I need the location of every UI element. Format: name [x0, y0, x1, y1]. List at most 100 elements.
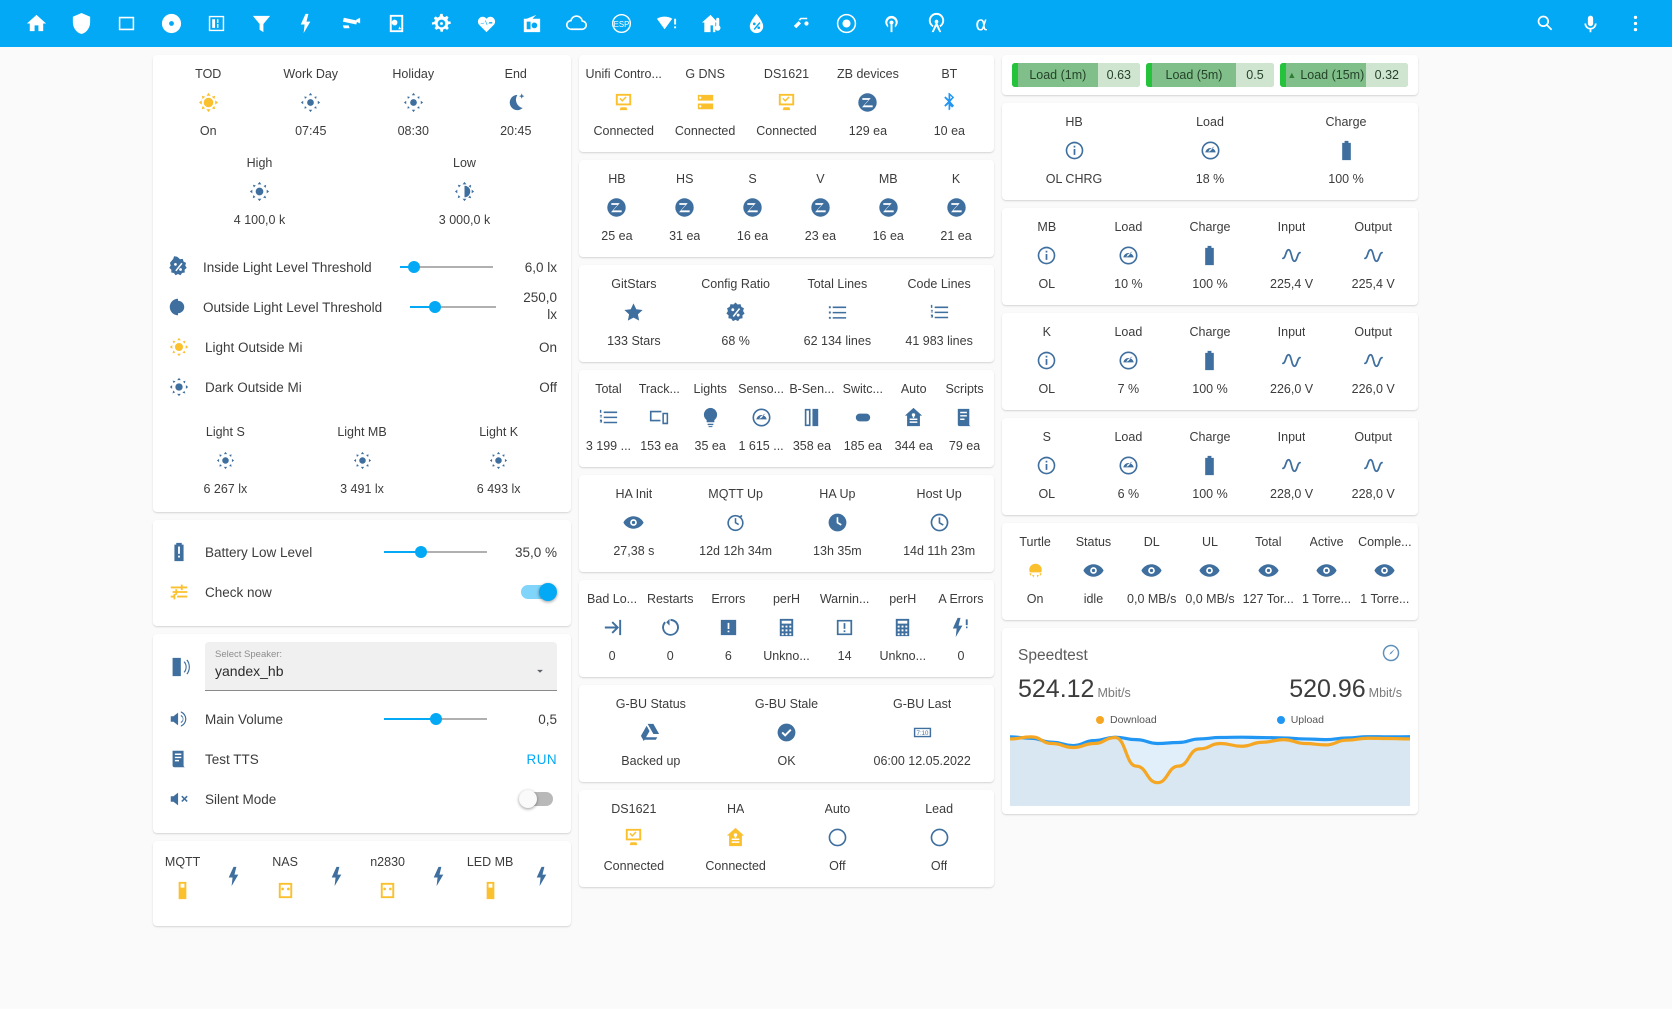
- glance-item[interactable]: HA Up 13h 35m: [787, 487, 889, 558]
- tab-access-point-icon[interactable]: [869, 0, 914, 47]
- brightness-icon[interactable]: [248, 179, 271, 204]
- entity-row-main-volume[interactable]: Main Volume 0,5: [167, 699, 557, 739]
- glance-item[interactable]: ZB devices 129 ea: [827, 67, 908, 138]
- zigbee-icon[interactable]: [741, 195, 764, 220]
- star-icon[interactable]: [622, 300, 645, 325]
- glance-item[interactable]: S OL: [1006, 430, 1088, 501]
- glance-item[interactable]: MB OL: [1006, 220, 1088, 291]
- glance-item[interactable]: Charge 100 %: [1169, 325, 1251, 396]
- zigbee-icon[interactable]: [605, 195, 628, 220]
- eye-icon[interactable]: [1198, 558, 1221, 583]
- entity-row-outside-light-threshold[interactable]: Outside Light Level Threshold 250,0 lx: [167, 287, 557, 327]
- information-icon[interactable]: [1035, 348, 1058, 373]
- flash-alert-icon[interactable]: [949, 615, 972, 640]
- eye-icon[interactable]: [1082, 558, 1105, 583]
- microphone-icon[interactable]: [1568, 0, 1613, 47]
- gauge-icon[interactable]: [1117, 243, 1140, 268]
- battery-icon[interactable]: [1198, 453, 1221, 478]
- entity-row-check-now[interactable]: Check now: [167, 572, 557, 612]
- glance-item[interactable]: Charge 100 %: [1169, 430, 1251, 501]
- glance-item[interactable]: Input 226,0 V: [1251, 325, 1333, 396]
- glance-item[interactable]: Load 10 %: [1088, 220, 1170, 291]
- entity-row-silent-mode[interactable]: Silent Mode: [167, 779, 557, 819]
- monitor-check-icon[interactable]: [622, 825, 645, 850]
- sine-wave-icon[interactable]: [1280, 348, 1303, 373]
- tab-shield-icon[interactable]: [59, 0, 104, 47]
- eye-icon[interactable]: [1373, 558, 1396, 583]
- glance-item[interactable]: Low 3 000,0 k: [362, 156, 567, 227]
- eye-icon[interactable]: [1257, 558, 1280, 583]
- tab-disc-icon[interactable]: [149, 0, 194, 47]
- glance-item[interactable]: Auto 344 ea: [888, 382, 939, 453]
- information-icon[interactable]: [1035, 453, 1058, 478]
- tab-meter-icon[interactable]: [194, 0, 239, 47]
- tab-toggle-switch-icon[interactable]: [779, 0, 824, 47]
- brightness-icon[interactable]: [214, 448, 237, 473]
- tab-filter-icon[interactable]: [239, 0, 284, 47]
- tab-window-icon[interactable]: [104, 0, 149, 47]
- glance-item[interactable]: G-BU Stale OK: [719, 697, 855, 768]
- brightness-half-icon[interactable]: [453, 179, 476, 204]
- lightbulb-icon[interactable]: [699, 405, 722, 430]
- glance-item[interactable]: Total Lines 62 134 lines: [787, 277, 889, 348]
- glance-item[interactable]: G DNS Connected: [664, 67, 745, 138]
- glance-item[interactable]: UL 0,0 MB/s: [1181, 535, 1239, 606]
- power-socket-icon[interactable]: [274, 878, 297, 903]
- speedtest-chart[interactable]: [1002, 728, 1418, 814]
- tab-home-thermometer-icon[interactable]: [689, 0, 734, 47]
- glance-item[interactable]: MB 16 ea: [854, 172, 922, 243]
- glance-item[interactable]: K 21 ea: [922, 172, 990, 243]
- entity-row-test-tts[interactable]: Test TTS RUN: [167, 739, 557, 779]
- glance-item[interactable]: Active 1 Torre...: [1297, 535, 1355, 606]
- format-list-numbered-icon[interactable]: [928, 300, 951, 325]
- glance-item[interactable]: MQTT Up 12d 12h 34m: [685, 487, 787, 558]
- glance-item[interactable]: Errors 6: [699, 592, 757, 663]
- glance-item[interactable]: Scripts 79 ea: [939, 382, 990, 453]
- monitor-check-icon[interactable]: [775, 90, 798, 115]
- gauge-icon[interactable]: [1117, 453, 1140, 478]
- glance-item[interactable]: G-BU Status Backed up: [583, 697, 719, 768]
- calculator-icon[interactable]: [775, 615, 798, 640]
- bluetooth-icon[interactable]: [938, 90, 961, 115]
- check-now-toggle[interactable]: [519, 582, 557, 602]
- sine-wave-icon[interactable]: [1280, 453, 1303, 478]
- glance-item[interactable]: HS 31 ea: [651, 172, 719, 243]
- calculator-icon[interactable]: [891, 615, 914, 640]
- glance-item[interactable]: HB 25 ea: [583, 172, 651, 243]
- glance-item[interactable]: Output 226,0 V: [1332, 325, 1414, 396]
- glance-item[interactable]: Output 225,4 V: [1332, 220, 1414, 291]
- glance-item[interactable]: Charge 100 %: [1169, 220, 1251, 291]
- glance-item[interactable]: A Errors 0: [932, 592, 990, 663]
- slider-knob[interactable]: [415, 546, 428, 558]
- load-badge-5m[interactable]: Load (5m) 0.5: [1146, 63, 1274, 87]
- glance-item[interactable]: V 23 ea: [786, 172, 854, 243]
- glance-item[interactable]: Load 7 %: [1088, 325, 1170, 396]
- glance-item[interactable]: perH Unkno...: [874, 592, 932, 663]
- glance-item[interactable]: Auto Off: [787, 802, 889, 873]
- glance-item[interactable]: HA Init 27,38 s: [583, 487, 685, 558]
- tab-wifi-alert-icon[interactable]: [644, 0, 689, 47]
- glance-item[interactable]: Restarts 0: [641, 592, 699, 663]
- lightning-icon[interactable]: [530, 864, 553, 889]
- monitor-check-icon[interactable]: [612, 90, 635, 115]
- brightness-auto-icon[interactable]: [402, 90, 425, 115]
- tab-alpha-icon[interactable]: α: [959, 0, 1004, 47]
- tab-broadcast-icon[interactable]: [914, 0, 959, 47]
- glance-item[interactable]: TOD On: [157, 67, 260, 138]
- glance-item[interactable]: K OL: [1006, 325, 1088, 396]
- main-volume-slider[interactable]: [384, 709, 487, 729]
- entity-row-dark-outside-mi[interactable]: Dark Outside Mi Off: [167, 367, 557, 407]
- eye-icon[interactable]: [1140, 558, 1163, 583]
- server-icon[interactable]: [694, 90, 717, 115]
- home-automation-icon[interactable]: [902, 405, 925, 430]
- gauge-icon[interactable]: [1199, 138, 1222, 163]
- search-icon[interactable]: [1523, 0, 1568, 47]
- glance-item[interactable]: LED MB: [465, 855, 516, 912]
- zigbee-icon[interactable]: [877, 195, 900, 220]
- glance-item[interactable]: Holiday 08:30: [362, 67, 465, 138]
- glance-item[interactable]: End 20:45: [465, 67, 568, 138]
- speedometer-icon[interactable]: [1380, 642, 1402, 669]
- toggle-knob[interactable]: [519, 790, 537, 808]
- glance-item[interactable]: Host Up 14d 11h 23m: [888, 487, 990, 558]
- slider-knob[interactable]: [429, 713, 442, 725]
